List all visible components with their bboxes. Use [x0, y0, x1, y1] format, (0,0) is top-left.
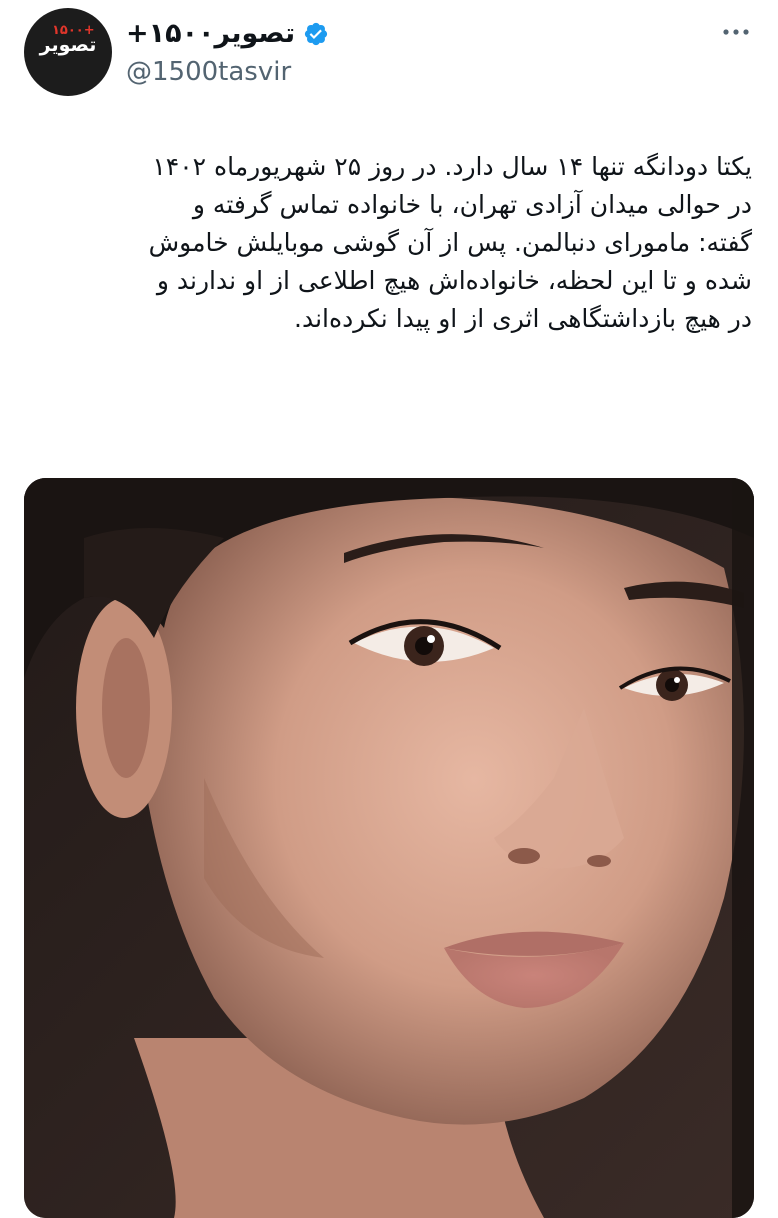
tweet-photo[interactable]: [24, 478, 754, 1218]
more-options-icon[interactable]: [718, 14, 754, 50]
tweet-text-line: گفته: ماموراﻯ دنبالمن. پس از آن گوشی موب…: [148, 228, 752, 257]
avatar-logo: +۱۵۰۰ تصویر: [34, 24, 102, 55]
avatar[interactable]: +۱۵۰۰ تصویر: [24, 8, 112, 96]
tweet-text: یکتا دودانگه تنها ۱۴ سال دارد. در روز ۲۵…: [32, 148, 752, 338]
tweet-text-line: در هیچ بازداشتگاهی اثری از او پیدا نکرده…: [294, 304, 752, 333]
tweet-header: +۱۵۰۰ تصویر +۱۵۰۰تصویر @1500tasvir: [24, 8, 754, 98]
author-display-name[interactable]: +۱۵۰۰تصویر: [126, 18, 295, 50]
author-name-row[interactable]: +۱۵۰۰تصویر: [126, 18, 329, 50]
tweet-text-line: شده و تا این لحظه، خانواده‌اش هیچ اطلاعی…: [156, 266, 752, 295]
avatar-logo-plus: +۱۵۰۰: [52, 23, 95, 38]
tweet-text-line: در حوالی میدان آزادی تهران، با خانواده ت…: [192, 190, 752, 219]
portrait-photo: [24, 478, 754, 1218]
tweet-text-line: یکتا دودانگه تنها ۱۴ سال دارد. در روز ۲۵…: [152, 152, 752, 181]
author-handle[interactable]: @1500tasvir: [126, 56, 291, 88]
verified-badge-icon: [303, 21, 329, 47]
